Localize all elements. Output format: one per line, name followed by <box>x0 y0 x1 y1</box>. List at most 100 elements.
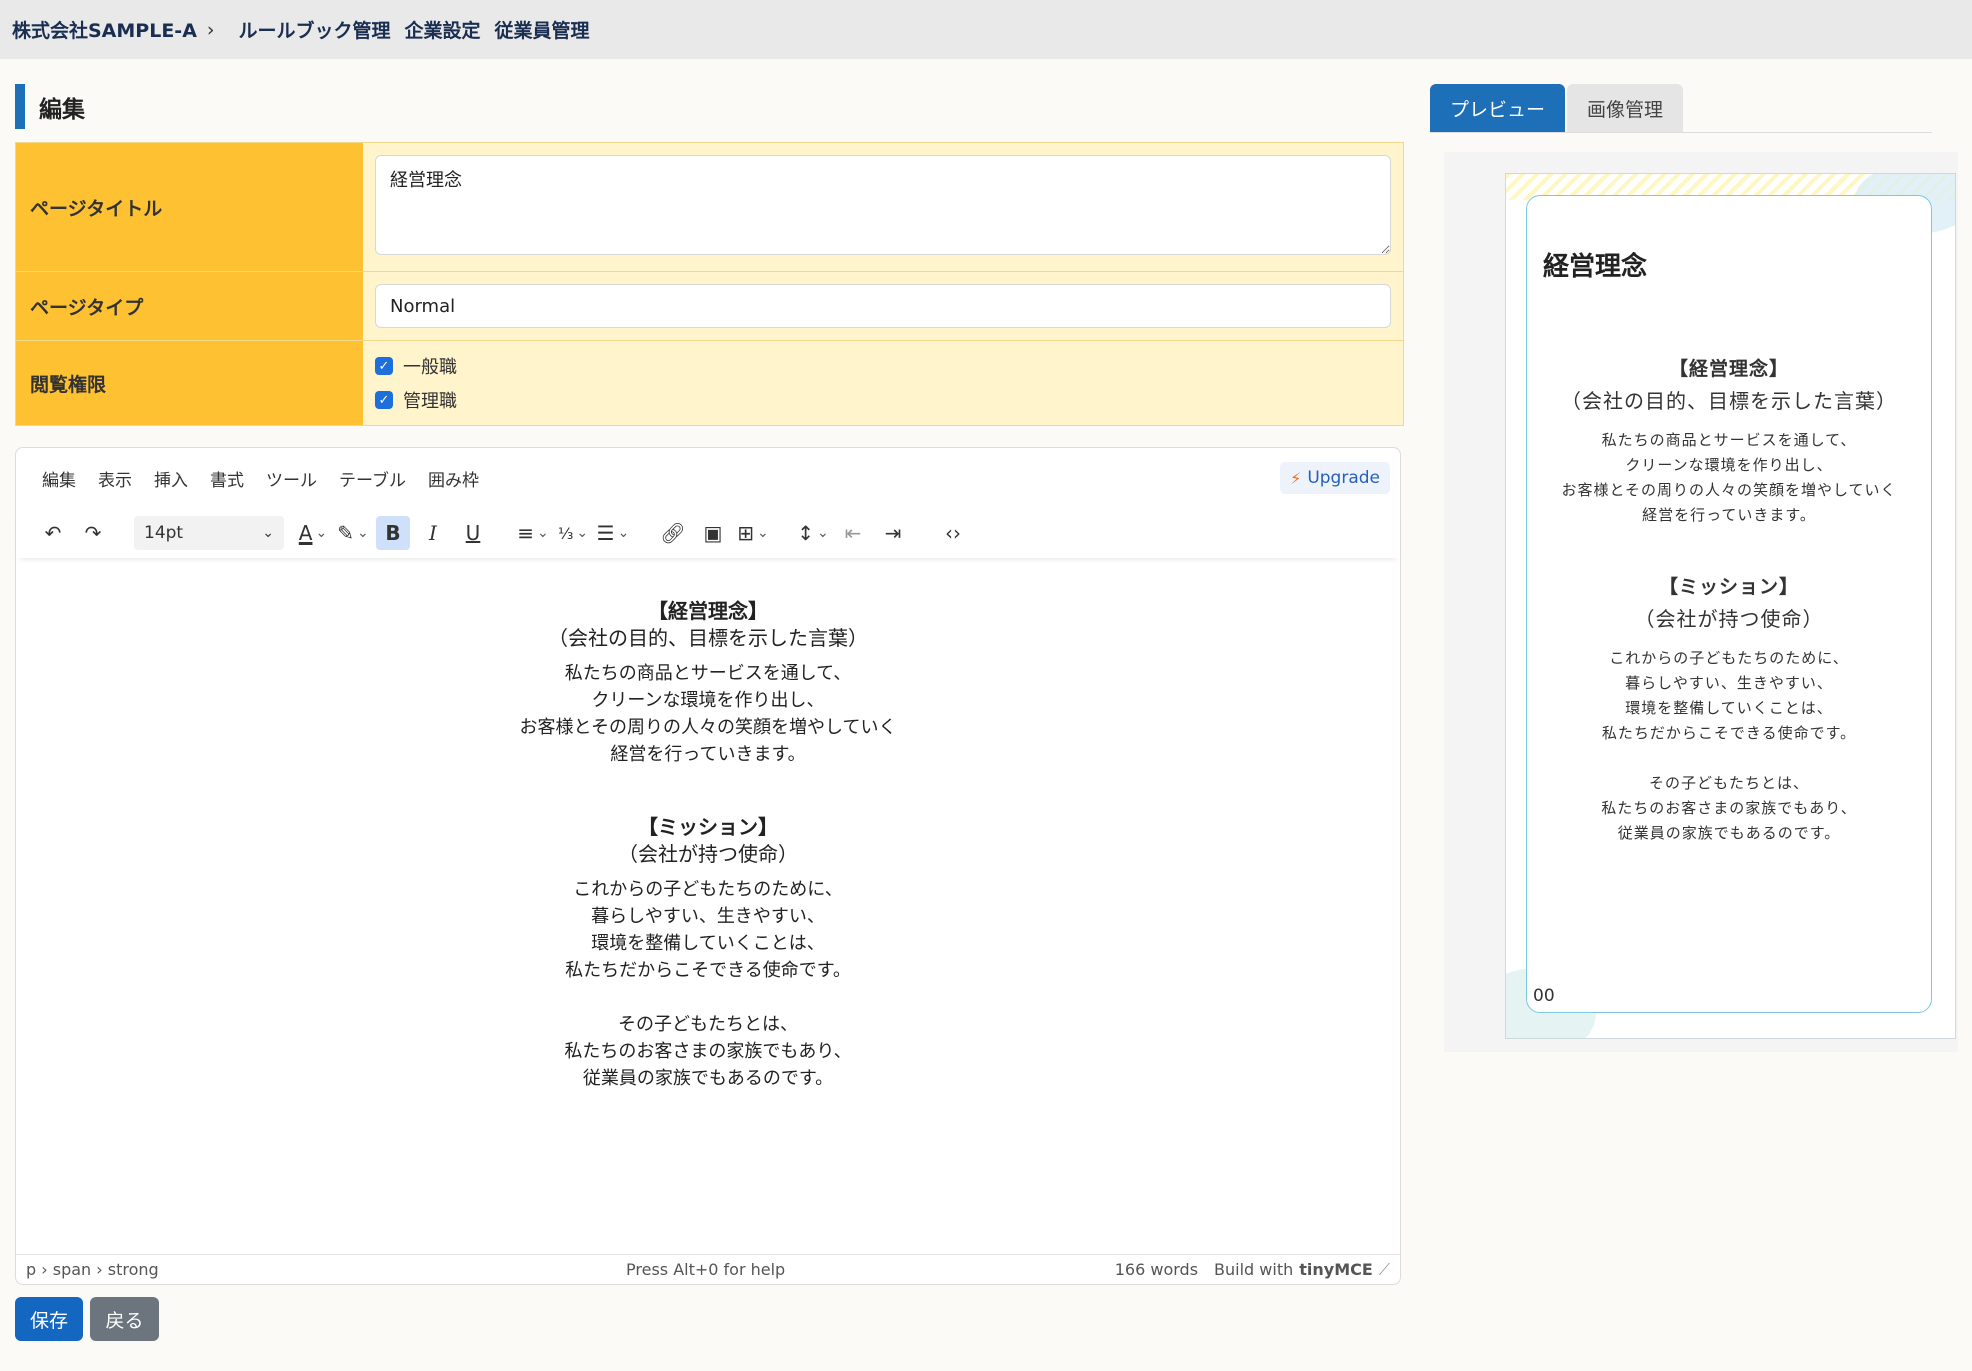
menu-insert[interactable]: 挿入 <box>154 466 188 491</box>
content-paragraph-2: これからの子どもたちのために、 暮らしやすい、生きやすい、 環境を整備していくこ… <box>16 876 1400 984</box>
text-line: 環境を整備していくことは、 <box>591 933 825 954</box>
italic-icon[interactable]: I <box>416 516 450 550</box>
menu-table[interactable]: テーブル <box>339 466 406 491</box>
permission-label: 閲覧権限 <box>16 341 363 425</box>
numbered-list-icon[interactable]: ⅓ <box>556 516 590 550</box>
text-line: 私たちだからこそできる使命です。 <box>565 960 851 981</box>
image-icon[interactable]: ▣ <box>696 516 730 550</box>
rich-text-editor: 編集 表示 挿入 書式 ツール テーブル 囲み枠 ⚡ Upgrade ↶ ↷ 1… <box>15 447 1401 1285</box>
text-line: 従業員の家族でもあるのです。 <box>582 1068 834 1089</box>
line-height-icon[interactable]: ↕ <box>796 516 830 550</box>
page-number: 00 <box>1533 986 1555 1006</box>
text-line: その子どもたちとは、 <box>1648 774 1809 792</box>
text-line: 暮らしやすい、生きやすい、 <box>591 906 825 927</box>
undo-icon[interactable]: ↶ <box>36 516 70 550</box>
source-code-icon[interactable]: ‹› <box>936 516 970 550</box>
preview-paragraph-3: その子どもたちとは、 私たちのお客さまの家族でもあり、 従業員の家族でもあるので… <box>1527 771 1931 846</box>
font-size-select[interactable]: 14pt ⌄ <box>134 516 284 550</box>
preview-card: 経営理念 【経営理念】 （会社の目的、目標を示した言葉） 私たちの商品とサービス… <box>1526 195 1932 1013</box>
text-line: 私たちの商品とサービスを通して、 <box>1601 431 1857 449</box>
content-subheading-1: （会社の目的、目標を示した言葉） <box>548 626 868 650</box>
preview-content: 【経営理念】 （会社の目的、目標を示した言葉） 私たちの商品とサービスを通して、… <box>1527 354 1931 846</box>
page-title-field-wrap: 経営理念 <box>363 143 1403 271</box>
content-paragraph-3: その子どもたちとは、 私たちのお客さまの家族でもあり、 従業員の家族でもあるので… <box>16 1011 1400 1092</box>
resize-handle-icon[interactable]: ⟋ <box>1379 1260 1390 1280</box>
preview-heading-1: 【経営理念】 <box>1668 358 1789 380</box>
tab-preview[interactable]: プレビュー <box>1430 84 1566 132</box>
build-with: Build with <box>1214 1260 1294 1279</box>
element-path[interactable]: p › span › strong <box>26 1260 159 1279</box>
bold-icon[interactable]: B <box>376 516 410 550</box>
save-button[interactable]: 保存 <box>15 1297 83 1341</box>
page-type-label: ページタイプ <box>16 272 363 340</box>
preview-subheading-1: （会社の目的、目標を示した言葉） <box>1561 389 1897 413</box>
heading-accent-bar <box>15 84 25 129</box>
back-button[interactable]: 戻る <box>90 1297 159 1341</box>
menu-tools[interactable]: ツール <box>266 466 317 491</box>
text-line: クリーンな環境を作り出し、 <box>591 690 825 711</box>
text-line: お客様とその周りの人々の笑顔を増やしていく <box>519 717 897 738</box>
link-icon[interactable]: 🔗︎ <box>656 516 690 550</box>
bullet-list-icon[interactable]: ☰ <box>596 516 630 550</box>
redo-icon[interactable]: ↷ <box>76 516 110 550</box>
chevron-down-icon: ⌄ <box>262 525 274 541</box>
content-heading-2: 【ミッション】 <box>638 815 778 839</box>
align-icon[interactable]: ≡ <box>516 516 550 550</box>
permission-general[interactable]: ✓ 一般職 <box>375 353 1391 379</box>
content-paragraph-1: 私たちの商品とサービスを通して、 クリーンな環境を作り出し、 お客様とその周りの… <box>16 660 1400 768</box>
text-line: これからの子どもたちのために、 <box>573 879 843 900</box>
permission-manager[interactable]: ✓ 管理職 <box>375 387 1391 413</box>
page-type-select[interactable]: Normal <box>375 284 1391 328</box>
page-title-input[interactable]: 経営理念 <box>375 155 1391 255</box>
permission-general-label: 一般職 <box>403 357 457 378</box>
text-line: その子どもたちとは、 <box>618 1014 798 1035</box>
editor-toolbar: ↶ ↷ 14pt ⌄ A ✎ B I U ≡ ⅓ ☰ 🔗︎ ▣ ⊞ ↕ ⇤ ⇥ … <box>16 508 1400 558</box>
text-line: 従業員の家族でもあるのです。 <box>1617 824 1841 842</box>
menu-format[interactable]: 書式 <box>210 466 244 491</box>
checkbox-checked-icon[interactable]: ✓ <box>375 357 393 375</box>
row-permissions: 閲覧権限 ✓ 一般職 ✓ 管理職 <box>16 341 1403 425</box>
nav-employee-management[interactable]: 従業員管理 <box>495 16 590 43</box>
page-type-value: Normal <box>390 295 456 317</box>
text-line: 経営を行っていきます。 <box>610 744 806 765</box>
preview-paragraph-1: 私たちの商品とサービスを通して、 クリーンな環境を作り出し、 お客様とその周りの… <box>1527 428 1931 528</box>
text-line: 私たちだからこそできる使命です。 <box>1601 724 1857 742</box>
page-type-field-wrap: Normal <box>363 272 1403 340</box>
menu-edit[interactable]: 編集 <box>42 466 76 491</box>
text-line: 暮らしやすい、生きやすい、 <box>1625 674 1833 692</box>
upgrade-label: Upgrade <box>1307 468 1380 488</box>
text-line: 私たちのお客さまの家族でもあり、 <box>564 1041 852 1062</box>
company-name[interactable]: 株式会社SAMPLE-A <box>12 16 197 43</box>
preview-title: 経営理念 <box>1543 252 1648 282</box>
chevron-right-icon: › <box>206 18 215 41</box>
row-page-title: ページタイトル 経営理念 <box>16 143 1403 272</box>
menu-box[interactable]: 囲み枠 <box>428 466 479 491</box>
upgrade-button[interactable]: ⚡ Upgrade <box>1280 462 1390 494</box>
text-color-icon[interactable]: A <box>296 516 330 550</box>
editor-content[interactable]: 【経営理念】 （会社の目的、目標を示した言葉） 私たちの商品とサービスを通して、… <box>16 558 1400 1092</box>
top-nav-bar: 株式会社SAMPLE-A › ルールブック管理 企業設定 従業員管理 <box>0 0 1972 59</box>
outdent-icon[interactable]: ⇤ <box>836 516 870 550</box>
tab-image-management[interactable]: 画像管理 <box>1567 84 1684 132</box>
page-settings-form: ページタイトル 経営理念 ページタイプ Normal 閲覧権限 ✓ 一般職 ✓ … <box>15 142 1404 426</box>
text-line: これからの子どもたちのために、 <box>1609 649 1849 667</box>
text-line: お客様とその周りの人々の笑顔を増やしていく <box>1561 481 1897 499</box>
preview-tabs: プレビュー 画像管理 <box>1430 84 1932 133</box>
text-line: 経営を行っていきます。 <box>1642 506 1816 524</box>
preview-subheading-2: （会社が持つ使命） <box>1634 607 1824 631</box>
highlight-color-icon[interactable]: ✎ <box>336 516 370 550</box>
menu-view[interactable]: 表示 <box>98 466 132 491</box>
bolt-icon: ⚡ <box>1290 468 1302 488</box>
indent-icon[interactable]: ⇥ <box>876 516 910 550</box>
checkbox-checked-icon[interactable]: ✓ <box>375 391 393 409</box>
underline-icon[interactable]: U <box>456 516 490 550</box>
table-icon[interactable]: ⊞ <box>736 516 770 550</box>
page-title-label: ページタイトル <box>16 143 363 271</box>
statusbar-right: 166 words Build with tinyMCE ⟋ <box>1099 1260 1390 1280</box>
nav-company-settings[interactable]: 企業設定 <box>405 16 481 43</box>
word-count[interactable]: 166 words <box>1115 1260 1198 1279</box>
tinymce-logo[interactable]: tinyMCE <box>1299 1260 1373 1279</box>
text-line: クリーンな環境を作り出し、 <box>1625 456 1833 474</box>
nav-rulebook[interactable]: ルールブック管理 <box>239 16 391 43</box>
text-line: 私たちのお客さまの家族でもあり、 <box>1601 799 1857 817</box>
